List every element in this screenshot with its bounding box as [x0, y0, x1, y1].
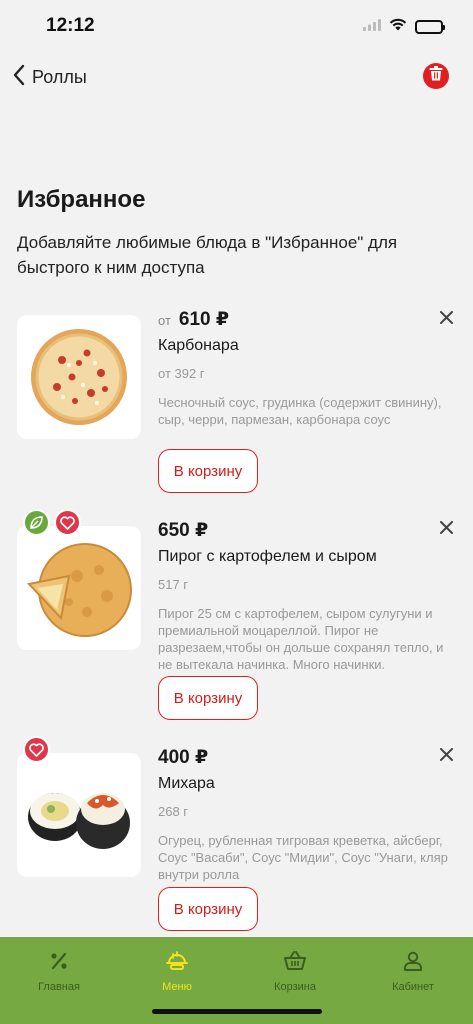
item-price: 400 ₽	[158, 747, 209, 768]
item-description: Огурец, рубленная тигровая креветка, айс…	[158, 833, 448, 882]
item-name[interactable]: Пирог с картофелем и сыром	[158, 548, 458, 566]
item-image-pie[interactable]	[17, 526, 141, 650]
tab-cart[interactable]: Корзина	[250, 951, 340, 993]
home-indicator	[152, 1009, 322, 1014]
item-description: Пирог 25 см с картофелем, сыром сулугуни…	[158, 606, 444, 672]
trash-icon	[429, 66, 443, 86]
back-label: Роллы	[32, 67, 87, 87]
percent-icon	[49, 951, 69, 976]
item-price: 650 ₽	[158, 520, 209, 541]
item-details: 650 ₽ Пирог с картофелем и сыром 517 г П…	[158, 519, 458, 673]
item-name[interactable]: Михара	[158, 775, 458, 793]
wifi-icon	[389, 18, 407, 36]
tab-label: Главная	[38, 981, 80, 993]
page-subtitle: Добавляйте любимые блюда в "Избранное" д…	[17, 233, 398, 277]
status-time: 12:12	[46, 15, 95, 36]
tab-label: Кабинет	[392, 981, 434, 993]
add-to-cart-button[interactable]: В корзину	[158, 449, 258, 493]
chevron-left-icon	[12, 64, 26, 91]
clear-favorites-button[interactable]	[423, 63, 449, 89]
item-price: 610 ₽	[178, 309, 230, 330]
close-icon	[439, 311, 453, 329]
favorite-item: от 610 ₽ Карбонара от 392 г Чесночный со…	[17, 308, 457, 498]
status-bar: 12:12	[0, 0, 473, 54]
item-image-pizza[interactable]	[17, 315, 141, 439]
nav-bar: Роллы	[0, 56, 473, 100]
price-prefix: от	[158, 313, 171, 328]
close-icon	[439, 748, 453, 766]
favorite-heart-icon	[54, 509, 81, 536]
tab-menu[interactable]: Меню	[132, 951, 222, 993]
tab-home[interactable]: Главная	[14, 951, 104, 993]
vegetarian-badge	[23, 509, 50, 536]
price-row: 400 ₽	[158, 746, 458, 770]
page-title: Избранное	[17, 186, 146, 213]
basket-icon	[283, 951, 307, 976]
item-description: Чесночный соус, грудинка (содержит свини…	[158, 395, 442, 427]
add-to-cart-button[interactable]: В корзину	[158, 887, 258, 931]
add-to-cart-button[interactable]: В корзину	[158, 676, 258, 720]
back-button[interactable]: Роллы	[12, 64, 87, 91]
item-details: от 610 ₽ Карбонара от 392 г Чесночный со…	[158, 308, 458, 428]
item-weight: 268 г	[158, 804, 189, 819]
item-weight: 517 г	[158, 577, 189, 592]
favorite-item: 650 ₽ Пирог с картофелем и сыром 517 г П…	[17, 509, 458, 724]
item-badges	[23, 736, 50, 763]
item-name[interactable]: Карбонара	[158, 337, 458, 355]
item-badges	[23, 509, 81, 536]
signal-icon	[363, 18, 381, 36]
price-row: 650 ₽	[158, 519, 458, 543]
user-icon	[403, 951, 423, 976]
tab-label: Корзина	[274, 981, 316, 993]
tab-label: Меню	[162, 981, 192, 993]
close-icon	[439, 521, 453, 539]
remove-favorite-button[interactable]	[435, 309, 457, 331]
tab-account[interactable]: Кабинет	[368, 951, 458, 993]
favorite-heart-icon	[23, 736, 50, 763]
item-details: 400 ₽ Михара 268 г Огурец, рубленная тиг…	[158, 746, 458, 883]
item-weight: от 392 г	[158, 366, 205, 381]
remove-favorite-button[interactable]	[435, 519, 457, 541]
battery-icon	[415, 20, 445, 34]
remove-favorite-button[interactable]	[435, 746, 457, 768]
menu-icon	[165, 951, 189, 976]
item-image-roll[interactable]	[17, 753, 141, 877]
favorite-item: 400 ₽ Михара 268 г Огурец, рубленная тиг…	[17, 736, 458, 936]
price-row: от 610 ₽	[158, 308, 458, 332]
status-icons	[363, 18, 445, 36]
